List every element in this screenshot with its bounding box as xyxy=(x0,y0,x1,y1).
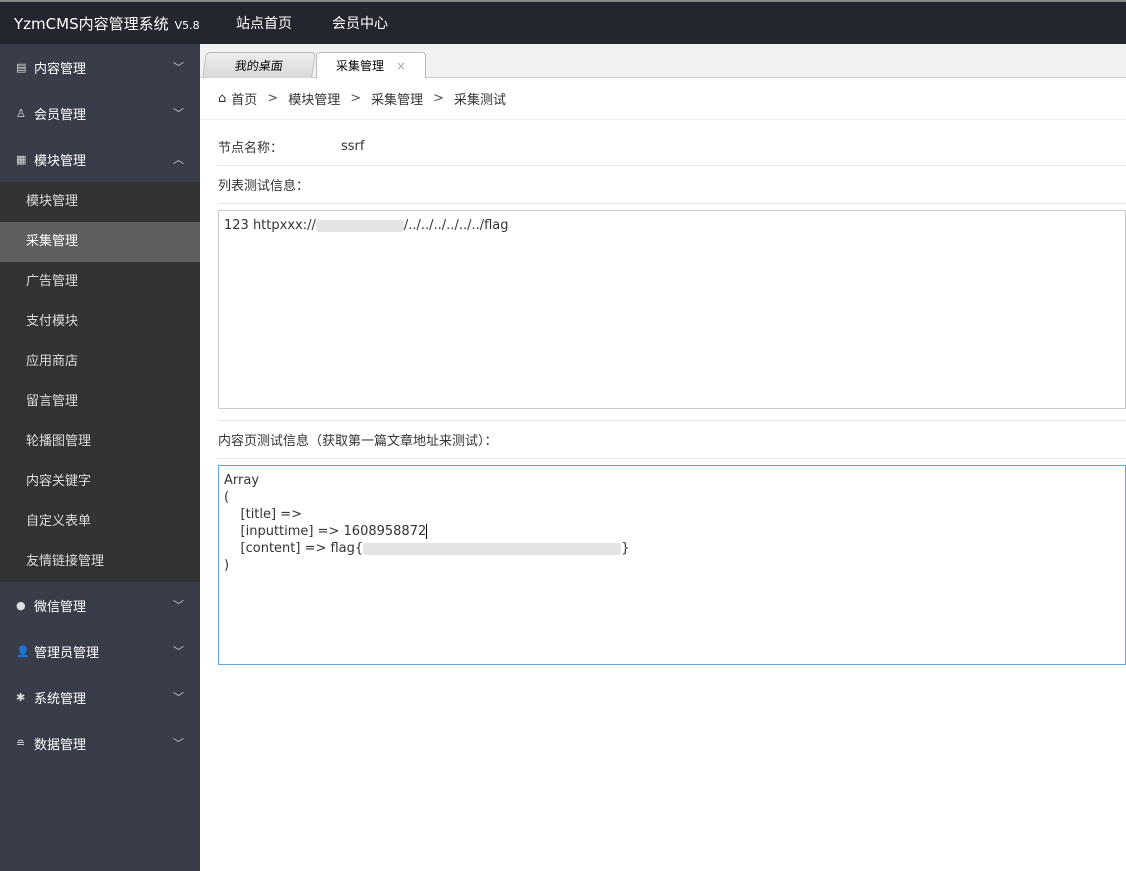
list-test-output[interactable]: 123 httpxxx:// /../../../../../../flag xyxy=(218,210,1126,409)
output-line: [content] => flag{} xyxy=(224,540,1120,557)
chevron-down-icon: ﹀ xyxy=(173,645,184,658)
list-test-row: 列表测试信息： xyxy=(218,166,1126,204)
node-name-label: 节点名称： xyxy=(218,141,284,156)
breadcrumb-separator: > xyxy=(267,91,279,106)
submenu-item[interactable]: 自定义表单 xyxy=(0,502,200,542)
modules-submenu: 模块管理 采集管理 广告管理 支付模块 应用商店 留言管理 轮播图管理 内容关键… xyxy=(0,182,200,582)
chevron-up-icon: ︿ xyxy=(173,153,184,166)
submenu-item[interactable]: 应用商店 xyxy=(0,342,200,382)
gear-icon: ✱ xyxy=(16,690,26,704)
nav-site-home[interactable]: 站点首页 xyxy=(236,13,292,33)
submenu-item-active[interactable]: 采集管理 xyxy=(0,222,200,262)
content-test-output[interactable]: Array ( [title] => [inputtime] => 1608958… xyxy=(218,465,1126,665)
sidebar-item-content[interactable]: ▤ 内容管理 ﹀ xyxy=(0,44,200,90)
chevron-down-icon: ﹀ xyxy=(173,107,184,120)
wechat-icon: ● xyxy=(16,598,26,612)
close-icon[interactable]: × xyxy=(396,53,406,79)
list-url-prefix: 123 httpxxx:// xyxy=(224,218,316,233)
inputtime-line: [inputtime] => 1608958872 xyxy=(224,524,427,539)
redacted-flag xyxy=(363,542,622,555)
submenu-item[interactable]: 模块管理 xyxy=(0,182,200,222)
output-line: Array xyxy=(224,473,260,488)
redacted-host xyxy=(315,219,404,232)
user-icon: ♙ xyxy=(16,106,26,120)
sidebar-item-label: 内容管理 xyxy=(34,61,87,77)
app-logo[interactable]: YzmCMS内容管理系统 V5.8 xyxy=(14,13,236,34)
breadcrumb-separator: > xyxy=(433,91,445,106)
sidebar-item-members[interactable]: ♙ 会员管理 ﹀ xyxy=(0,90,200,136)
home-icon: ⌂ xyxy=(218,91,227,106)
text-cursor xyxy=(426,524,428,539)
sidebar-item-label: 微信管理 xyxy=(34,599,87,615)
node-name-value: ssrf xyxy=(341,139,365,154)
database-icon: ≘ xyxy=(16,736,26,750)
output-line: [title] => xyxy=(224,507,307,522)
app-version: V5.8 xyxy=(174,18,200,32)
chevron-down-icon: ﹀ xyxy=(173,737,184,750)
tab-collection[interactable]: 采集管理 × xyxy=(316,52,426,79)
tab-label: 我的桌面 xyxy=(233,59,284,73)
sidebar-item-wechat[interactable]: ● 微信管理 ﹀ xyxy=(0,582,200,628)
tab-desktop[interactable]: 我的桌面 xyxy=(202,52,316,78)
app-title: YzmCMS内容管理系统 xyxy=(14,14,169,33)
breadcrumb-modules[interactable]: 模块管理 xyxy=(288,89,340,108)
node-name-row: 节点名称： ssrf xyxy=(218,128,1126,166)
close-brace: } xyxy=(621,541,630,556)
chevron-down-icon: ﹀ xyxy=(173,691,184,704)
book-icon: ▤ xyxy=(16,60,27,74)
sidebar-item-modules[interactable]: ▦ 模块管理 ︿ xyxy=(0,136,200,182)
tab-label: 采集管理 xyxy=(335,59,384,73)
breadcrumb-current: 采集测试 xyxy=(454,93,507,108)
sidebar-item-label: 管理员管理 xyxy=(34,645,100,661)
chevron-down-icon: ﹀ xyxy=(173,61,184,74)
sidebar-item-data[interactable]: ≘ 数据管理 ﹀ xyxy=(0,720,200,766)
sidebar-item-system[interactable]: ✱ 系统管理 ﹀ xyxy=(0,674,200,720)
content-line: [content] => flag{ xyxy=(224,541,364,556)
submenu-item[interactable]: 留言管理 xyxy=(0,382,200,422)
sidebar-item-admins[interactable]: 👤 管理员管理 ﹀ xyxy=(0,628,200,674)
content-test-row: 内容页测试信息（获取第一篇文章地址来测试）： xyxy=(218,421,1126,459)
nav-member-center[interactable]: 会员中心 xyxy=(332,13,388,33)
submenu-item[interactable]: 友情链接管理 xyxy=(0,542,200,582)
content-test-label: 内容页测试信息（获取第一篇文章地址来测试）： xyxy=(218,434,498,449)
breadcrumb-collection[interactable]: 采集管理 xyxy=(371,89,423,108)
grid-icon: ▦ xyxy=(16,152,27,166)
chevron-down-icon: ﹀ xyxy=(173,599,184,612)
output-line: ) xyxy=(224,558,230,573)
main-content: 我的桌面 采集管理 × ⌂ 首页 > 模块管理 > 采集管理 > 采集测试 节点名称： s… xyxy=(200,44,1126,871)
output-line: [inputtime] => 1608958872 xyxy=(224,523,1120,540)
sidebar-item-label: 会员管理 xyxy=(34,107,87,123)
top-header: YzmCMS内容管理系统 V5.8 站点首页 会员中心 xyxy=(0,0,1126,44)
sidebar-item-label: 模块管理 xyxy=(34,153,87,169)
list-test-label: 列表测试信息： xyxy=(218,179,310,194)
tab-bar: 我的桌面 采集管理 × xyxy=(200,44,1126,79)
output-line: ( xyxy=(224,490,230,505)
sidebar: ▤ 内容管理 ﹀ ♙ 会员管理 ﹀ ▦ 模块管理 ︿ 模块管理 采集管理 广告管理 支付模块… xyxy=(0,44,200,871)
submenu-item[interactable]: 广告管理 xyxy=(0,262,200,302)
breadcrumb-separator: > xyxy=(350,91,362,106)
submenu-item[interactable]: 内容关键字 xyxy=(0,462,200,502)
sidebar-item-label: 数据管理 xyxy=(34,737,87,753)
submenu-item[interactable]: 支付模块 xyxy=(0,302,200,342)
submenu-item[interactable]: 轮播图管理 xyxy=(0,422,200,462)
list-url-suffix: /../../../../../../flag xyxy=(403,218,509,233)
breadcrumb-home[interactable]: 首页 xyxy=(231,89,257,108)
sidebar-item-label: 系统管理 xyxy=(34,691,87,707)
admin-icon: 👤 xyxy=(16,644,30,658)
breadcrumb: ⌂ 首页 > 模块管理 > 采集管理 > 采集测试 xyxy=(200,78,1126,120)
